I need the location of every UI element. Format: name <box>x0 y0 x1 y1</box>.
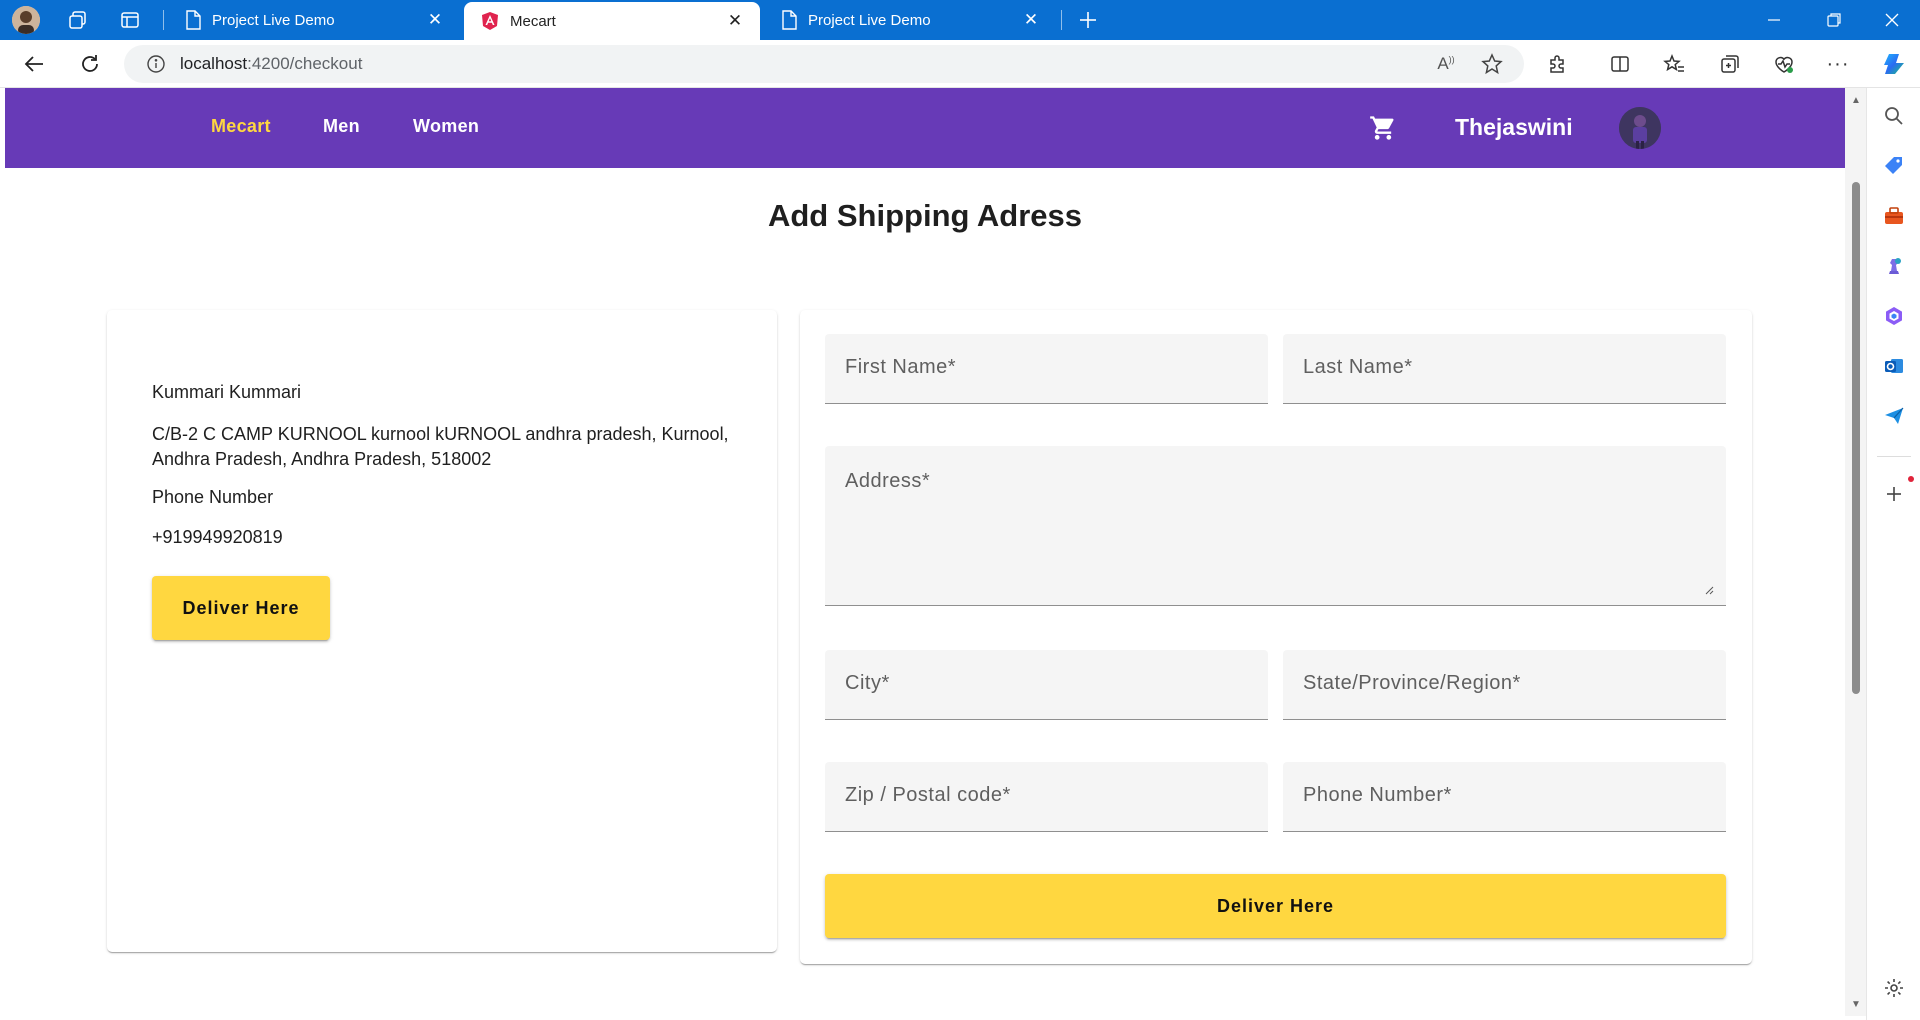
shopping-tag-icon[interactable] <box>1880 152 1908 180</box>
zip-placeholder: Zip / Postal code* <box>845 784 1011 806</box>
workspaces-icon[interactable] <box>64 6 92 34</box>
tab-separator <box>1061 10 1062 30</box>
last-name-placeholder: Last Name* <box>1303 356 1413 378</box>
address-name: Kummari Kummari <box>152 382 302 402</box>
city-placeholder: City* <box>845 672 890 694</box>
url-host: localhost <box>180 54 248 73</box>
url-bar[interactable]: localhost:4200/checkout <box>124 45 1524 83</box>
phone-value: +919949920819 <box>152 527 283 547</box>
close-window-icon[interactable] <box>1864 0 1920 40</box>
tab-title: Mecart <box>510 12 556 30</box>
address-textarea[interactable]: Address* <box>825 446 1726 606</box>
nav-link-women[interactable]: Women <box>413 116 479 137</box>
resize-handle-icon[interactable] <box>1704 585 1714 595</box>
split-screen-icon[interactable] <box>1606 50 1634 78</box>
first-name-placeholder: First Name* <box>845 356 957 378</box>
phone-number-field[interactable]: Phone Number* <box>1283 762 1726 832</box>
city-field[interactable]: City* <box>825 650 1268 720</box>
tab-title: Project Live Demo <box>808 11 931 29</box>
scroll-up-icon[interactable]: ▲ <box>1850 94 1862 106</box>
edge-sidebar <box>1866 88 1920 1020</box>
more-options-icon[interactable]: ··· <box>1824 50 1852 78</box>
back-icon[interactable] <box>18 48 50 80</box>
browser-essentials-icon[interactable] <box>1770 50 1798 78</box>
url-text[interactable]: localhost:4200/checkout <box>180 54 362 74</box>
close-tab-icon[interactable]: ✕ <box>724 10 746 32</box>
collections-icon[interactable] <box>1716 50 1744 78</box>
refresh-icon[interactable] <box>74 48 106 80</box>
page-viewport: Mecart Men Women Thejaswini Add Shipping… <box>5 88 1845 1016</box>
user-avatar[interactable] <box>1619 107 1661 149</box>
site-info-icon[interactable] <box>146 54 166 74</box>
brand-link[interactable]: Mecart <box>211 116 271 137</box>
app-navbar: Mecart Men Women Thejaswini <box>5 88 1845 168</box>
restore-icon[interactable] <box>1806 0 1862 40</box>
angular-icon <box>482 12 498 30</box>
zip-field[interactable]: Zip / Postal code* <box>825 762 1268 832</box>
deliver-here-submit-button[interactable]: Deliver Here <box>825 874 1726 938</box>
sidebar-divider <box>1877 456 1911 457</box>
last-name-field[interactable]: Last Name* <box>1283 334 1726 404</box>
tab-separator <box>163 10 164 30</box>
first-name-field[interactable]: First Name* <box>825 334 1268 404</box>
deliver-here-saved-button[interactable]: Deliver Here <box>152 576 330 640</box>
add-sidebar-app-icon[interactable] <box>1880 476 1914 508</box>
vertical-tabs-icon[interactable] <box>116 6 144 34</box>
close-tab-icon[interactable]: ✕ <box>1020 9 1042 31</box>
state-placeholder: State/Province/Region* <box>1303 672 1521 694</box>
minimize-icon[interactable] <box>1746 0 1802 40</box>
shipping-form-card: First Name* Last Name* Address* City* St… <box>800 310 1752 964</box>
nav-link-men[interactable]: Men <box>323 116 360 137</box>
profile-avatar-icon[interactable] <box>12 6 40 34</box>
microsoft-365-icon[interactable] <box>1880 302 1908 330</box>
phone-number-placeholder: Phone Number* <box>1303 784 1452 806</box>
read-aloud-icon[interactable]: A)) <box>1432 50 1460 78</box>
notification-dot <box>1908 476 1914 482</box>
close-tab-icon[interactable]: ✕ <box>424 9 446 31</box>
cart-icon[interactable] <box>1367 112 1399 144</box>
tab-project-live-demo-2[interactable]: Project Live Demo ✕ <box>764 0 1056 40</box>
sidebar-settings-icon[interactable] <box>1880 974 1908 1002</box>
phone-label: Phone Number <box>152 487 274 507</box>
saved-address-card: Kummari Kummari C/B-2 C CAMP KURNOOL kur… <box>107 310 777 952</box>
username-label[interactable]: Thejaswini <box>1455 114 1573 141</box>
outlook-icon[interactable] <box>1880 352 1908 380</box>
scroll-thumb[interactable] <box>1852 182 1860 694</box>
address-toolbar: localhost:4200/checkout A)) ··· <box>0 40 1920 88</box>
page-icon <box>782 10 797 30</box>
page-scrollbar[interactable]: ▲ ▼ <box>1845 88 1866 1016</box>
favorite-star-icon[interactable] <box>1478 50 1506 78</box>
tab-title: Project Live Demo <box>212 11 335 29</box>
url-path: :4200/checkout <box>247 54 363 73</box>
state-field[interactable]: State/Province/Region* <box>1283 650 1726 720</box>
games-chess-icon[interactable] <box>1880 252 1908 280</box>
browser-tab-bar: Project Live Demo ✕ Mecart ✕ Project Liv… <box>0 0 1920 40</box>
copilot-icon[interactable] <box>1880 50 1908 78</box>
send-drop-icon[interactable] <box>1880 402 1908 430</box>
extensions-icon[interactable] <box>1544 50 1572 78</box>
favorites-icon[interactable] <box>1660 50 1688 78</box>
address-text: C/B-2 C CAMP KURNOOL kurnool kURNOOL and… <box>152 424 729 469</box>
tab-mecart[interactable]: Mecart ✕ <box>464 2 760 40</box>
toolbox-icon[interactable] <box>1880 202 1908 230</box>
scroll-down-icon[interactable]: ▼ <box>1850 998 1862 1010</box>
new-tab-icon[interactable] <box>1074 6 1102 34</box>
page-title: Add Shipping Adress <box>767 198 1083 233</box>
search-icon[interactable] <box>1880 102 1908 130</box>
page-icon <box>186 10 201 30</box>
address-placeholder: Address* <box>845 470 931 492</box>
tab-project-live-demo-1[interactable]: Project Live Demo ✕ <box>168 0 460 40</box>
